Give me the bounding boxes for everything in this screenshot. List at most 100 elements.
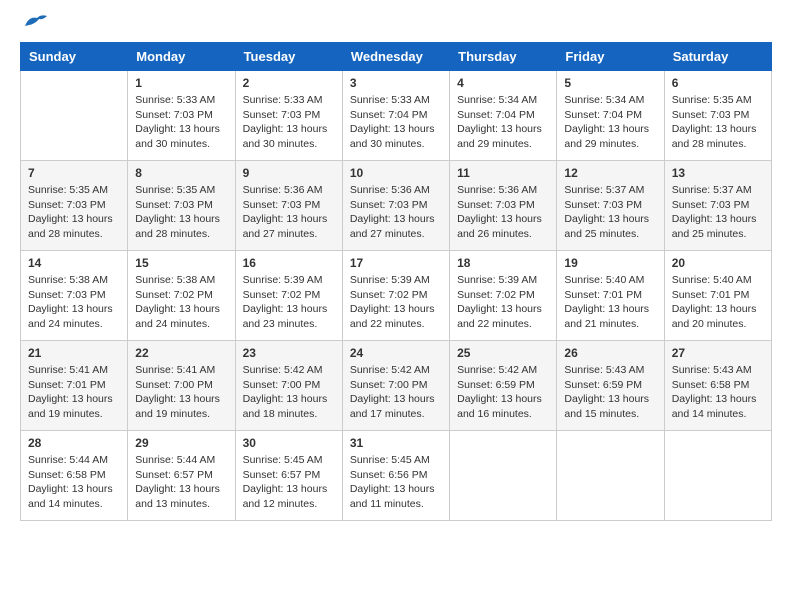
day-info: Sunrise: 5:35 AMSunset: 7:03 PMDaylight:… — [135, 183, 227, 242]
calendar-cell: 24 Sunrise: 5:42 AMSunset: 7:00 PMDayligh… — [342, 341, 449, 431]
day-info: Sunrise: 5:38 AMSunset: 7:02 PMDaylight:… — [135, 273, 227, 332]
calendar-cell: 7 Sunrise: 5:35 AMSunset: 7:03 PMDaylight… — [21, 161, 128, 251]
day-number: 14 — [28, 256, 120, 270]
weekday-header-saturday: Saturday — [664, 43, 771, 71]
day-number: 31 — [350, 436, 442, 450]
calendar-cell: 19 Sunrise: 5:40 AMSunset: 7:01 PMDayligh… — [557, 251, 664, 341]
day-info: Sunrise: 5:43 AMSunset: 6:58 PMDaylight:… — [672, 363, 764, 422]
day-number: 26 — [564, 346, 656, 360]
day-number: 6 — [672, 76, 764, 90]
day-number: 19 — [564, 256, 656, 270]
day-number: 1 — [135, 76, 227, 90]
day-info: Sunrise: 5:41 AMSunset: 7:01 PMDaylight:… — [28, 363, 120, 422]
calendar-cell: 13Sunrise: 5:37 AMSunset: 7:03 PMDayligh… — [664, 161, 771, 251]
day-info: Sunrise: 5:36 AMSunset: 7:03 PMDaylight:… — [457, 183, 549, 242]
day-number: 25 — [457, 346, 549, 360]
day-info: Sunrise: 5:33 AMSunset: 7:03 PMDaylight:… — [135, 93, 227, 152]
day-info: Sunrise: 5:40 AMSunset: 7:01 PMDaylight:… — [564, 273, 656, 332]
calendar-cell — [664, 431, 771, 521]
calendar-cell: 28 Sunrise: 5:44 AMSunset: 6:58 PMDayligh… — [21, 431, 128, 521]
day-number: 3 — [350, 76, 442, 90]
day-info: Sunrise: 5:34 AMSunset: 7:04 PMDaylight:… — [457, 93, 549, 152]
calendar-cell: 27 Sunrise: 5:43 AMSunset: 6:58 PMDayligh… — [664, 341, 771, 431]
day-number: 15 — [135, 256, 227, 270]
day-info: Sunrise: 5:37 AMSunset: 7:03 PMDaylight:… — [564, 183, 656, 242]
day-info: Sunrise: 5:33 AMSunset: 7:04 PMDaylight:… — [350, 93, 442, 152]
weekday-header-wednesday: Wednesday — [342, 43, 449, 71]
day-number: 18 — [457, 256, 549, 270]
weekday-header-monday: Monday — [128, 43, 235, 71]
day-number: 5 — [564, 76, 656, 90]
day-info: Sunrise: 5:44 AMSunset: 6:58 PMDaylight:… — [28, 453, 120, 512]
calendar-cell: 26 Sunrise: 5:43 AMSunset: 6:59 PMDayligh… — [557, 341, 664, 431]
day-info: Sunrise: 5:40 AMSunset: 7:01 PMDaylight:… — [672, 273, 764, 332]
day-info: Sunrise: 5:39 AMSunset: 7:02 PMDaylight:… — [350, 273, 442, 332]
calendar-cell: 20 Sunrise: 5:40 AMSunset: 7:01 PMDayligh… — [664, 251, 771, 341]
day-info: Sunrise: 5:43 AMSunset: 6:59 PMDaylight:… — [564, 363, 656, 422]
calendar-cell: 4 Sunrise: 5:34 AMSunset: 7:04 PMDaylight… — [450, 71, 557, 161]
day-info: Sunrise: 5:39 AMSunset: 7:02 PMDaylight:… — [243, 273, 335, 332]
calendar-cell: 8Sunrise: 5:35 AMSunset: 7:03 PMDaylight… — [128, 161, 235, 251]
calendar-header: SundayMondayTuesdayWednesdayThursdayFrid… — [21, 43, 772, 71]
day-number: 17 — [350, 256, 442, 270]
calendar-cell — [557, 431, 664, 521]
day-number: 23 — [243, 346, 335, 360]
day-number: 28 — [28, 436, 120, 450]
day-info: Sunrise: 5:35 AMSunset: 7:03 PMDaylight:… — [672, 93, 764, 152]
calendar-cell: 21 Sunrise: 5:41 AMSunset: 7:01 PMDayligh… — [21, 341, 128, 431]
day-info: Sunrise: 5:42 AMSunset: 7:00 PMDaylight:… — [350, 363, 442, 422]
weekday-header-thursday: Thursday — [450, 43, 557, 71]
day-number: 29 — [135, 436, 227, 450]
day-number: 27 — [672, 346, 764, 360]
day-info: Sunrise: 5:39 AMSunset: 7:02 PMDaylight:… — [457, 273, 549, 332]
calendar-cell: 22 Sunrise: 5:41 AMSunset: 7:00 PMDayligh… — [128, 341, 235, 431]
calendar-cell: 16 Sunrise: 5:39 AMSunset: 7:02 PMDayligh… — [235, 251, 342, 341]
weekday-header-friday: Friday — [557, 43, 664, 71]
day-number: 22 — [135, 346, 227, 360]
day-info: Sunrise: 5:38 AMSunset: 7:03 PMDaylight:… — [28, 273, 120, 332]
day-info: Sunrise: 5:41 AMSunset: 7:00 PMDaylight:… — [135, 363, 227, 422]
calendar-cell: 14 Sunrise: 5:38 AMSunset: 7:03 PMDayligh… — [21, 251, 128, 341]
day-number: 21 — [28, 346, 120, 360]
day-info: Sunrise: 5:45 AMSunset: 6:57 PMDaylight:… — [243, 453, 335, 512]
calendar-cell: 11 Sunrise: 5:36 AMSunset: 7:03 PMDayligh… — [450, 161, 557, 251]
day-info: Sunrise: 5:37 AMSunset: 7:03 PMDaylight:… — [672, 183, 764, 242]
calendar-cell: 29 Sunrise: 5:44 AMSunset: 6:57 PMDayligh… — [128, 431, 235, 521]
page-header — [20, 20, 772, 32]
day-info: Sunrise: 5:33 AMSunset: 7:03 PMDaylight:… — [243, 93, 335, 152]
day-number: 30 — [243, 436, 335, 450]
calendar-row: 21 Sunrise: 5:41 AMSunset: 7:01 PMDayligh… — [21, 341, 772, 431]
day-number: 9 — [243, 166, 335, 180]
calendar-cell: 17 Sunrise: 5:39 AMSunset: 7:02 PMDayligh… — [342, 251, 449, 341]
day-info: Sunrise: 5:44 AMSunset: 6:57 PMDaylight:… — [135, 453, 227, 512]
day-number: 16 — [243, 256, 335, 270]
day-number: 2 — [243, 76, 335, 90]
calendar-cell: 10 Sunrise: 5:36 AMSunset: 7:03 PMDayligh… — [342, 161, 449, 251]
day-number: 11 — [457, 166, 549, 180]
calendar-cell: 5Sunrise: 5:34 AMSunset: 7:04 PMDaylight… — [557, 71, 664, 161]
day-info: Sunrise: 5:42 AMSunset: 7:00 PMDaylight:… — [243, 363, 335, 422]
calendar-cell — [21, 71, 128, 161]
day-info: Sunrise: 5:35 AMSunset: 7:03 PMDaylight:… — [28, 183, 120, 242]
calendar-cell: 1 Sunrise: 5:33 AMSunset: 7:03 PMDaylight… — [128, 71, 235, 161]
day-number: 24 — [350, 346, 442, 360]
day-number: 4 — [457, 76, 549, 90]
calendar-table: SundayMondayTuesdayWednesdayThursdayFrid… — [20, 42, 772, 521]
day-number: 20 — [672, 256, 764, 270]
calendar-cell: 3 Sunrise: 5:33 AMSunset: 7:04 PMDaylight… — [342, 71, 449, 161]
day-info: Sunrise: 5:42 AMSunset: 6:59 PMDaylight:… — [457, 363, 549, 422]
calendar-row: 1 Sunrise: 5:33 AMSunset: 7:03 PMDaylight… — [21, 71, 772, 161]
calendar-cell: 25 Sunrise: 5:42 AMSunset: 6:59 PMDayligh… — [450, 341, 557, 431]
calendar-cell: 15 Sunrise: 5:38 AMSunset: 7:02 PMDayligh… — [128, 251, 235, 341]
day-number: 12 — [564, 166, 656, 180]
calendar-cell: 9 Sunrise: 5:36 AMSunset: 7:03 PMDaylight… — [235, 161, 342, 251]
calendar-cell: 6 Sunrise: 5:35 AMSunset: 7:03 PMDaylight… — [664, 71, 771, 161]
day-number: 7 — [28, 166, 120, 180]
calendar-row: 28 Sunrise: 5:44 AMSunset: 6:58 PMDayligh… — [21, 431, 772, 521]
calendar-cell: 30 Sunrise: 5:45 AMSunset: 6:57 PMDayligh… — [235, 431, 342, 521]
day-info: Sunrise: 5:36 AMSunset: 7:03 PMDaylight:… — [243, 183, 335, 242]
day-number: 10 — [350, 166, 442, 180]
day-info: Sunrise: 5:36 AMSunset: 7:03 PMDaylight:… — [350, 183, 442, 242]
calendar-cell: 2 Sunrise: 5:33 AMSunset: 7:03 PMDaylight… — [235, 71, 342, 161]
calendar-cell: 31Sunrise: 5:45 AMSunset: 6:56 PMDayligh… — [342, 431, 449, 521]
